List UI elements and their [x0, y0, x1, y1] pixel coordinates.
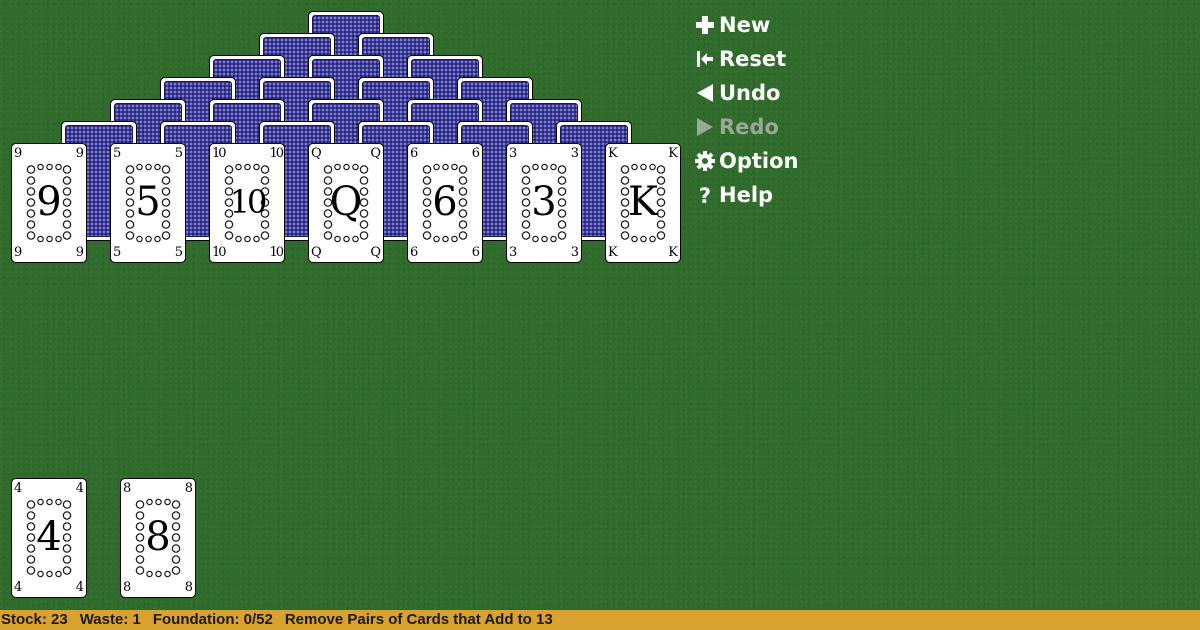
card-rank: 6 — [432, 179, 458, 225]
card-rank-corner: Q — [311, 146, 322, 161]
vine-ornament — [432, 235, 458, 243]
pyramid-card-faceup[interactable]: 6 6 6 6 6 — [407, 143, 483, 263]
status-bar: Stock: 23 Waste: 1 Foundation: 0/52 Remove … — [0, 610, 1200, 630]
status-message: Remove Pairs of Cards that Add to 13 — [284, 611, 553, 628]
card-rank: 9 — [36, 179, 62, 225]
card-rank-corner: 10 — [212, 245, 226, 260]
card-rank-corner: 9 — [75, 245, 84, 260]
gear-icon — [694, 150, 716, 172]
card-rank: 3 — [531, 179, 557, 225]
card-rank-corner: 9 — [75, 146, 84, 161]
vine-ornament — [135, 163, 161, 171]
card-rank-corner: Q — [311, 245, 322, 260]
card-rank-corner: 10 — [269, 146, 283, 161]
card-rank-corner: 8 — [184, 580, 193, 595]
vine-ornament — [36, 163, 62, 171]
vine-ornament — [630, 235, 656, 243]
new-label: New — [719, 13, 771, 37]
vine-ornament — [234, 235, 260, 243]
vine-ornament — [531, 163, 557, 171]
card-rank-corner: 9 — [14, 146, 23, 161]
card-rank-corner: 10 — [269, 245, 283, 260]
card-rank-corner: 6 — [471, 245, 480, 260]
foundation-count: Foundation: 0/52 — [152, 611, 273, 628]
card-rank: 5 — [135, 179, 161, 225]
card-rank-corner: Q — [370, 146, 381, 161]
card-rank-corner: 8 — [123, 481, 132, 496]
redo-icon — [694, 116, 716, 138]
card-rank-corner: 6 — [410, 146, 419, 161]
card-rank-corner: 8 — [184, 481, 193, 496]
card-rank-corner: K — [608, 245, 618, 260]
waste-pile-card[interactable]: 8 8 8 8 8 — [120, 478, 196, 598]
vine-ornament — [333, 163, 359, 171]
new-button[interactable]: New — [694, 8, 799, 42]
card-rank-corner: 5 — [113, 146, 122, 161]
card-rank-corner: 9 — [14, 245, 23, 260]
card-rank-corner: K — [668, 146, 678, 161]
card-rank-corner: 3 — [570, 245, 579, 260]
undo-button[interactable]: Undo — [694, 76, 799, 110]
undo-label: Undo — [719, 81, 781, 105]
redo-label: Redo — [719, 115, 779, 139]
card-rank: K — [628, 179, 658, 225]
card-rank-corner: 4 — [75, 481, 84, 496]
pyramid-card-faceup[interactable]: 3 3 3 3 3 — [506, 143, 582, 263]
card-rank-corner: Q — [370, 245, 381, 260]
card-rank-corner: K — [668, 245, 678, 260]
card-rank-corner: 4 — [14, 580, 23, 595]
help-label: Help — [719, 183, 774, 207]
card-rank-corner: 4 — [14, 481, 23, 496]
card-rank: 8 — [145, 514, 171, 560]
stock-count: Stock: 23 — [1, 611, 68, 628]
stock-pile-card[interactable]: 4 4 4 4 4 — [11, 478, 87, 598]
card-rank-corner: 3 — [509, 146, 518, 161]
pyramid-card-faceup[interactable]: 10 10 10 10 10 — [209, 143, 285, 263]
card-rank-corner: 5 — [113, 245, 122, 260]
redo-button[interactable]: Redo — [694, 110, 799, 144]
vine-ornament — [531, 235, 557, 243]
svg-text:?: ? — [699, 184, 711, 206]
waste-count: Waste: 1 — [79, 611, 141, 628]
card-rank-corner: 6 — [410, 245, 419, 260]
pyramid-card-faceup[interactable]: Q Q Q Q Q — [308, 143, 384, 263]
option-label: Option — [719, 149, 799, 173]
vine-ornament — [36, 498, 62, 506]
plus-icon — [694, 14, 716, 36]
reset-label: Reset — [719, 47, 787, 71]
option-button[interactable]: Option — [694, 144, 799, 178]
help-button[interactable]: ? Help — [694, 178, 799, 212]
game-menu: New Reset Undo Redo Option ? Help — [694, 8, 799, 212]
vine-ornament — [145, 570, 171, 578]
reset-icon — [694, 48, 716, 70]
card-rank-corner: 3 — [509, 245, 518, 260]
card-rank: 10 — [229, 183, 268, 221]
vine-ornament — [36, 235, 62, 243]
vine-ornament — [432, 163, 458, 171]
game-board: 9 9 9 9 9 5 5 5 5 5 10 10 10 10 10 Q Q Q… — [0, 0, 1200, 610]
vine-ornament — [333, 235, 359, 243]
pyramid-card-faceup[interactable]: K K K K K — [605, 143, 681, 263]
card-rank-corner: 8 — [123, 580, 132, 595]
vine-ornament — [36, 570, 62, 578]
pyramid-card-faceup[interactable]: 5 5 5 5 5 — [110, 143, 186, 263]
vine-ornament — [234, 163, 260, 171]
card-rank: Q — [329, 179, 363, 225]
reset-button[interactable]: Reset — [694, 42, 799, 76]
vine-ornament — [145, 498, 171, 506]
card-rank-corner: 4 — [75, 580, 84, 595]
card-rank-corner: 10 — [212, 146, 226, 161]
card-rank-corner: K — [608, 146, 618, 161]
card-rank: 4 — [36, 514, 62, 560]
vine-ornament — [630, 163, 656, 171]
card-rank-corner: 3 — [570, 146, 579, 161]
card-rank-corner: 5 — [174, 245, 183, 260]
help-icon: ? — [694, 184, 716, 206]
undo-icon — [694, 82, 716, 104]
pyramid-card-faceup[interactable]: 9 9 9 9 9 — [11, 143, 87, 263]
card-rank-corner: 6 — [471, 146, 480, 161]
card-rank-corner: 5 — [174, 146, 183, 161]
vine-ornament — [135, 235, 161, 243]
